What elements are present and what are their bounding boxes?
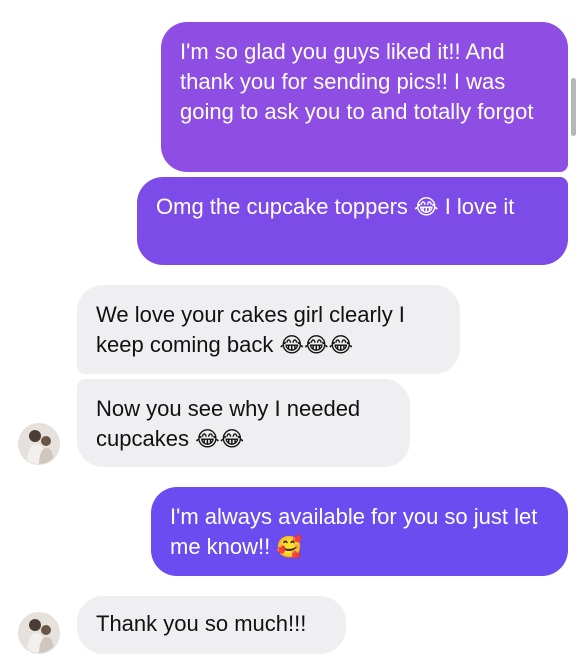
message-bubble-outgoing[interactable]: I'm so glad you guys liked it!! And than… [161,22,568,172]
message-bubble-incoming[interactable]: Now you see why I needed cupcakes 😂😂 [77,379,410,467]
avatar-photo-icon [19,613,59,653]
message-bubble-incoming[interactable]: We love your cakes girl clearly I keep c… [77,285,460,374]
smiling-face-hearts-emoji: 🥰 [276,535,303,559]
message-text: Omg the cupcake toppers [156,194,415,219]
avatar-photo-icon [19,424,59,464]
message-bubble-incoming[interactable]: Thank you so much!!! [77,596,346,654]
laughing-tears-emoji: 😂 [414,195,439,219]
message-text: I'm always available for you so just let… [170,504,538,559]
laughing-tears-emoji: 😂😂 [195,427,245,451]
scrollbar[interactable] [571,78,576,136]
contact-avatar[interactable] [18,612,60,654]
message-text: I love it [438,194,515,219]
message-text: Thank you so much!!! [96,611,307,636]
message-text: I'm so glad you guys liked it!! And than… [180,39,534,124]
laughing-tears-emoji: 😂😂😂 [279,333,354,357]
message-bubble-outgoing[interactable]: Omg the cupcake toppers 😂 I love it [137,177,568,265]
contact-avatar[interactable] [18,423,60,465]
message-bubble-outgoing[interactable]: I'm always available for you so just let… [151,487,568,576]
message-text: We love your cakes girl clearly I keep c… [96,302,405,357]
